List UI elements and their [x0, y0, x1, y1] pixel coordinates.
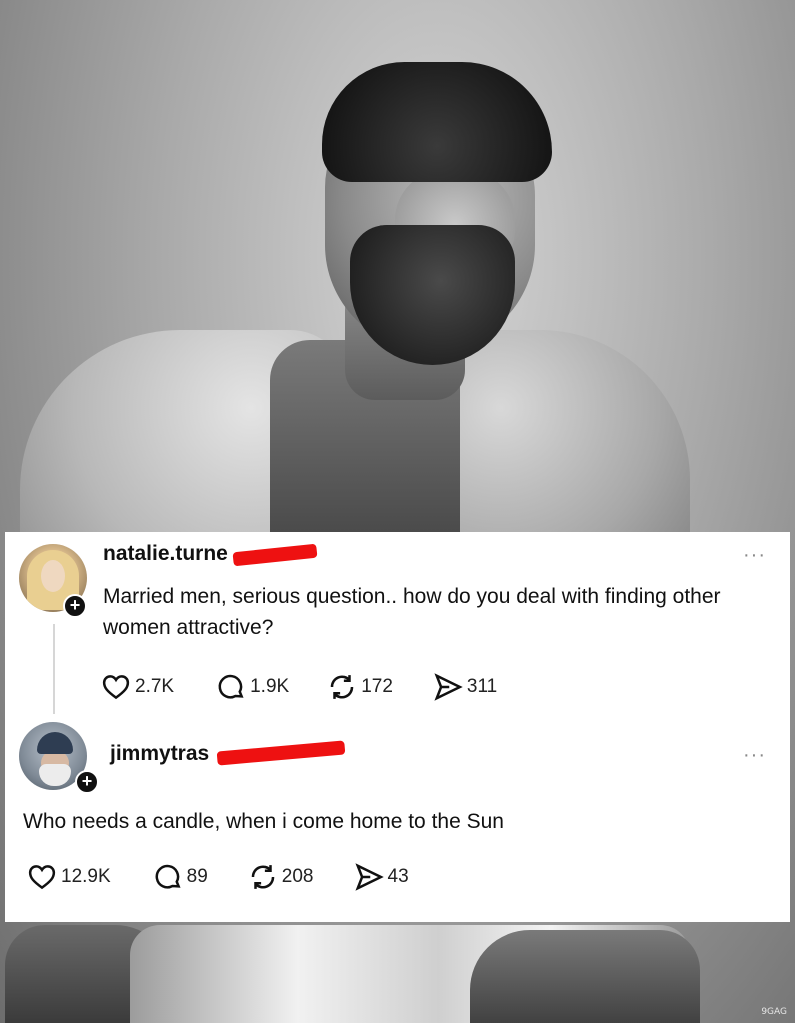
comment-icon — [218, 674, 244, 699]
username[interactable]: jimmytras — [110, 742, 209, 766]
reply-count: 1.9K — [250, 676, 290, 697]
avatar-beard — [39, 764, 71, 786]
post-text: Married men, serious question.. how do y… — [103, 585, 721, 639]
threads-card: + natalie.turne ··· Married men, serious… — [5, 532, 790, 922]
more-icon[interactable]: ··· — [743, 745, 766, 765]
reply-button[interactable]: 89 — [153, 862, 208, 892]
repost-button[interactable]: 172 — [327, 672, 393, 702]
heart-icon — [102, 675, 130, 700]
action-bar: 2.7K 1.9K 172 311 — [101, 672, 497, 702]
right-hand — [470, 930, 700, 1023]
send-icon — [434, 673, 463, 701]
action-bar: 12.9K 89 208 43 — [27, 862, 409, 892]
like-count: 12.9K — [61, 866, 111, 887]
share-count: 311 — [466, 676, 498, 697]
repost-count: 172 — [361, 676, 393, 697]
avatar-face — [41, 560, 65, 592]
watermark: 9GAG — [761, 1007, 787, 1017]
like-button[interactable]: 2.7K — [101, 672, 174, 702]
reply-button[interactable]: 1.9K — [216, 672, 289, 702]
share-button[interactable]: 311 — [433, 672, 497, 702]
comment-icon — [155, 864, 181, 889]
repost-count: 208 — [281, 866, 314, 887]
share-count: 43 — [387, 866, 409, 887]
like-count: 2.7K — [135, 676, 175, 697]
more-icon[interactable]: ··· — [743, 545, 766, 565]
post: + natalie.turne ··· Married men, serious… — [5, 532, 790, 722]
share-button[interactable]: 43 — [354, 862, 409, 892]
post-text: Who needs a candle, when i come home to … — [23, 810, 504, 833]
post: + jimmytras ··· Who needs a candle, when… — [5, 722, 790, 922]
thread-line — [53, 624, 55, 714]
redaction-mark — [216, 740, 346, 766]
like-button[interactable]: 12.9K — [27, 862, 111, 892]
avatar-cap — [37, 732, 73, 754]
username[interactable]: natalie.turne — [103, 542, 228, 566]
reply-count: 89 — [186, 866, 208, 887]
send-icon — [354, 863, 384, 891]
repost-icon — [330, 675, 354, 699]
heart-icon — [28, 865, 56, 890]
redaction-mark — [232, 543, 318, 567]
plus-icon[interactable]: + — [63, 594, 87, 618]
plus-icon[interactable]: + — [75, 770, 99, 794]
repost-icon — [251, 865, 275, 889]
hair — [322, 62, 552, 182]
repost-button[interactable]: 208 — [248, 862, 314, 892]
